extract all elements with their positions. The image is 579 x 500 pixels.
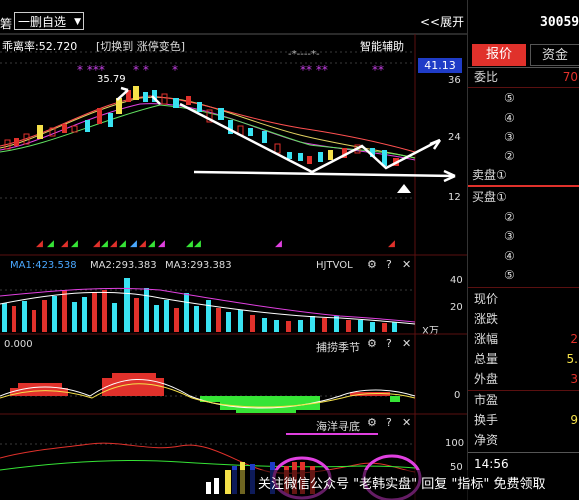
stock-code: 30059 xyxy=(540,15,579,30)
candle xyxy=(328,150,333,160)
watermark-text: 关注微信公众号 "老韩实盘" 回复 "指标" 免费领取 xyxy=(258,477,546,492)
tab-quote[interactable]: 报价 xyxy=(472,44,526,66)
quote-sidebar: 30059 报价 资金 委比 70 ⑤ ④ ③ ② 卖盘① 买盘① ② ③ ④ … xyxy=(467,0,579,500)
chart-area[interactable]: 箬 一删自选 ▼ <<展开 乖离率:52.720 [切换到 涨停变色] 智能辅助… xyxy=(0,0,467,500)
buy-3: ③ xyxy=(504,229,515,243)
season-histogram xyxy=(10,373,400,413)
candles xyxy=(4,86,399,166)
svg-text:◢: ◢ xyxy=(139,239,146,249)
divider xyxy=(468,452,579,453)
tab-fund[interactable]: 资金 xyxy=(530,44,579,66)
candle xyxy=(116,98,122,114)
buy-1: 买盘① xyxy=(472,190,507,204)
sea-line xyxy=(0,442,416,474)
commission-value: 70 xyxy=(562,70,578,84)
sell-5: ⑤ xyxy=(504,91,515,105)
stat-label-change: 涨跌 xyxy=(474,312,499,326)
sell-2: ② xyxy=(504,149,515,163)
sell-1: 卖盘① xyxy=(472,168,507,182)
svg-text:** **: ** ** xyxy=(300,63,328,77)
candle xyxy=(37,125,43,139)
stat-label-pe: 市盈 xyxy=(474,393,499,407)
candle xyxy=(248,128,253,136)
candle xyxy=(287,152,292,159)
triangle-marker xyxy=(397,184,411,193)
candle xyxy=(62,124,67,133)
candle xyxy=(161,93,168,105)
candle xyxy=(133,86,139,100)
stat-label-pct: 涨幅 xyxy=(474,332,499,346)
stat-label-price: 现价 xyxy=(474,292,499,306)
candle xyxy=(218,108,224,120)
stat-label-turnover: 换手 xyxy=(474,413,499,427)
candle xyxy=(186,96,191,105)
svg-text:* *: * * xyxy=(133,63,149,77)
svg-text:◢: ◢ xyxy=(194,239,201,249)
svg-text:◢: ◢ xyxy=(130,239,137,249)
svg-text:◢: ◢ xyxy=(36,239,43,249)
volume-bars xyxy=(2,278,397,332)
candle xyxy=(97,108,102,124)
buy-4: ④ xyxy=(504,249,515,263)
svg-text:**: ** xyxy=(372,63,384,77)
candle xyxy=(318,152,323,162)
buy-5: ⑤ xyxy=(504,268,515,282)
candle xyxy=(197,102,202,112)
svg-text:◢: ◢ xyxy=(101,239,108,249)
stat-label-volume: 总量 xyxy=(474,352,499,366)
watermark-banner: 关注微信公众号 "老韩实盘" 回复 "指标" 免费领取 xyxy=(232,470,579,500)
stat-value-volume: 5. xyxy=(566,352,578,366)
stat-value-pct: 2 xyxy=(570,332,578,346)
divider xyxy=(468,287,579,288)
svg-text:◢: ◢ xyxy=(275,239,282,249)
candle xyxy=(262,131,267,143)
svg-text:◢: ◢ xyxy=(158,239,165,249)
sell-3: ③ xyxy=(504,130,515,144)
svg-text:◢: ◢ xyxy=(119,239,126,249)
chart-drawing: * *** * * * ** ** ** -*----*- ◢ ◢ ◢ ◢ ◢ … xyxy=(0,33,467,500)
svg-text:◢: ◢ xyxy=(110,239,117,249)
annotation-arrows xyxy=(116,86,456,183)
candle xyxy=(307,156,312,164)
svg-text:◢: ◢ xyxy=(93,239,100,249)
commission-label: 委比 xyxy=(474,70,499,84)
candle xyxy=(108,113,113,127)
svg-text:◢: ◢ xyxy=(388,239,395,249)
sell-4: ④ xyxy=(504,111,515,125)
horizontal-arrow xyxy=(193,170,456,178)
stat-label-outer: 外盘 xyxy=(474,372,499,386)
svg-text:◢: ◢ xyxy=(61,239,68,249)
candle xyxy=(274,143,281,154)
svg-text:◢: ◢ xyxy=(186,239,193,249)
svg-text:◢: ◢ xyxy=(148,239,155,249)
divider xyxy=(468,87,579,88)
buy-2: ② xyxy=(504,210,515,224)
arrowhead xyxy=(429,138,442,150)
candle xyxy=(85,120,90,132)
candle xyxy=(143,92,148,102)
marker-dots: -*----*- xyxy=(288,49,320,60)
svg-text:* ***: * *** xyxy=(77,63,105,77)
flag-markers: ◢ ◢ ◢ ◢ ◢ ◢ ◢ ◢ ◢ ◢ ◢ ◢ ◢ ◢ ◢ ◢ xyxy=(36,239,395,249)
svg-text:◢: ◢ xyxy=(71,239,78,249)
stat-label-netasset: 净资 xyxy=(474,433,499,447)
stat-value-outer: 3 xyxy=(570,372,578,386)
candle xyxy=(298,153,303,161)
candle xyxy=(14,138,19,146)
svg-text:◢: ◢ xyxy=(47,239,54,249)
stat-value-turnover: 9 xyxy=(570,413,578,427)
candle xyxy=(173,98,179,108)
signal-markers: * *** * * * ** ** ** xyxy=(77,63,384,77)
divider xyxy=(468,185,579,187)
svg-text:*: * xyxy=(172,63,178,77)
